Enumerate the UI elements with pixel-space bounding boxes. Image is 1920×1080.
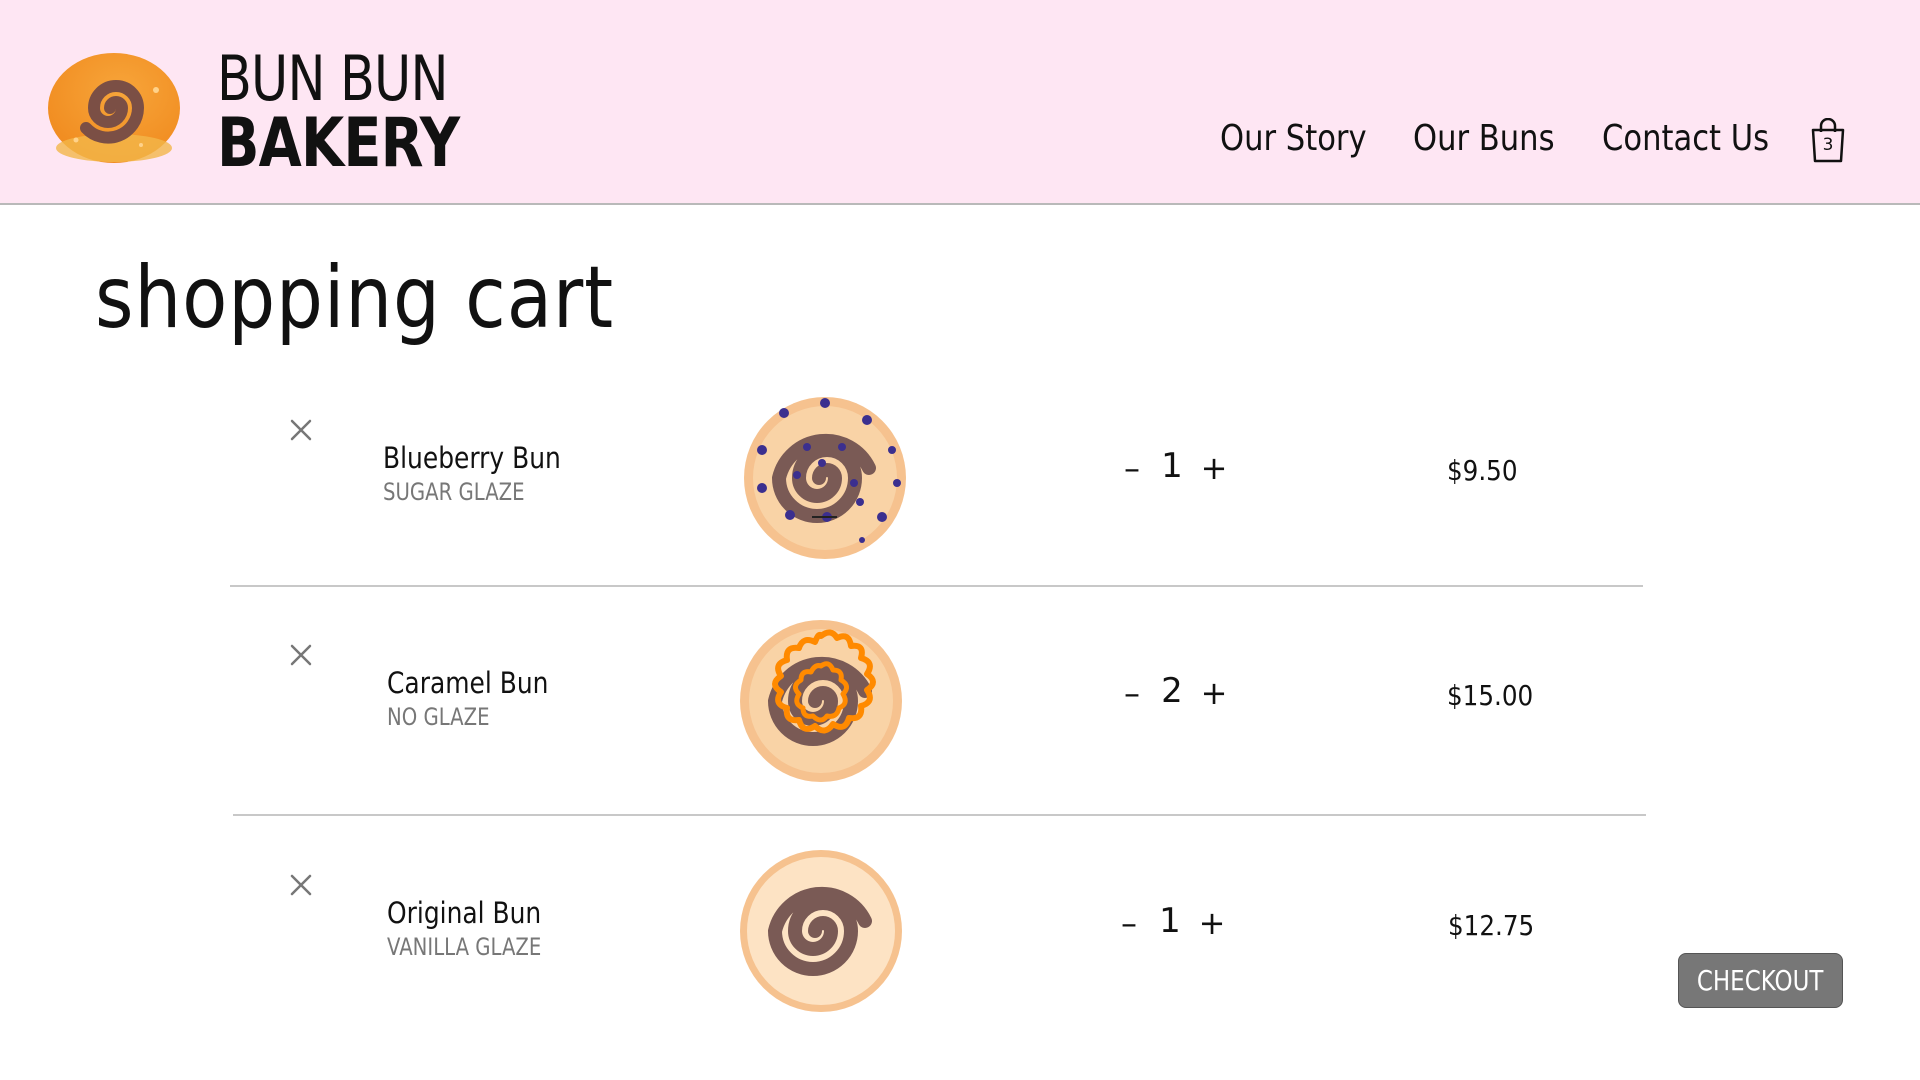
quantity-value: 1 — [1159, 901, 1181, 941]
checkout-label: CHECKOUT — [1697, 964, 1824, 997]
quantity-increase-button[interactable]: + — [1197, 904, 1227, 942]
cart-count-badge: 3 — [1822, 135, 1834, 155]
quantity-decrease-button[interactable]: – — [1117, 449, 1147, 487]
quantity-decrease-button[interactable]: – — [1117, 674, 1147, 712]
cart-button[interactable]: 3 — [1810, 117, 1846, 164]
cart-row: Caramel Bun NO GLAZE – 2 + $15.00 — [0, 600, 1920, 826]
quantity-value: 2 — [1161, 671, 1183, 711]
nav-our-buns[interactable]: Our Buns — [1413, 118, 1555, 159]
caramel-bun-image — [740, 620, 902, 782]
nav-contact-us[interactable]: Contact Us — [1602, 118, 1769, 159]
close-icon[interactable] — [286, 415, 316, 445]
page-title: shopping cart — [95, 248, 615, 348]
item-glaze: SUGAR GLAZE — [383, 478, 525, 506]
row-divider — [230, 585, 1643, 587]
item-name: Caramel Bun — [387, 666, 549, 700]
quantity-increase-button[interactable]: + — [1199, 449, 1229, 487]
item-glaze: VANILLA GLAZE — [387, 933, 542, 961]
brand-name-line2: BAKERY — [217, 104, 460, 183]
row-divider — [233, 814, 1646, 816]
nav-our-story[interactable]: Our Story — [1220, 118, 1367, 159]
item-name: Blueberry Bun — [383, 441, 561, 475]
brand-wordmark[interactable]: BUN BUN BAKERY — [217, 48, 512, 178]
cart-row: Original Bun VANILLA GLAZE – 1 + $12.75 — [0, 830, 1920, 1056]
item-glaze: NO GLAZE — [387, 703, 490, 731]
item-price: $15.00 — [1447, 679, 1534, 712]
item-price: $12.75 — [1448, 909, 1535, 942]
bakery-logo-icon[interactable] — [46, 50, 181, 165]
original-bun-image — [740, 850, 902, 1012]
item-price: $9.50 — [1447, 454, 1518, 487]
close-icon[interactable] — [286, 640, 316, 670]
blueberry-bun-image — [744, 397, 906, 559]
quantity-decrease-button[interactable]: – — [1114, 904, 1144, 942]
brand-name-line1: BUN BUN — [217, 42, 448, 115]
checkout-button[interactable]: CHECKOUT — [1678, 953, 1843, 1008]
item-name: Original Bun — [387, 896, 542, 930]
close-icon[interactable] — [286, 870, 316, 900]
site-header: BUN BUN BAKERY Our Story Our Buns Contac… — [0, 0, 1920, 205]
quantity-increase-button[interactable]: + — [1199, 674, 1229, 712]
cart-row: Blueberry Bun SUGAR GLAZE – 1 + $9.50 — [0, 375, 1920, 601]
quantity-value: 1 — [1161, 446, 1183, 486]
